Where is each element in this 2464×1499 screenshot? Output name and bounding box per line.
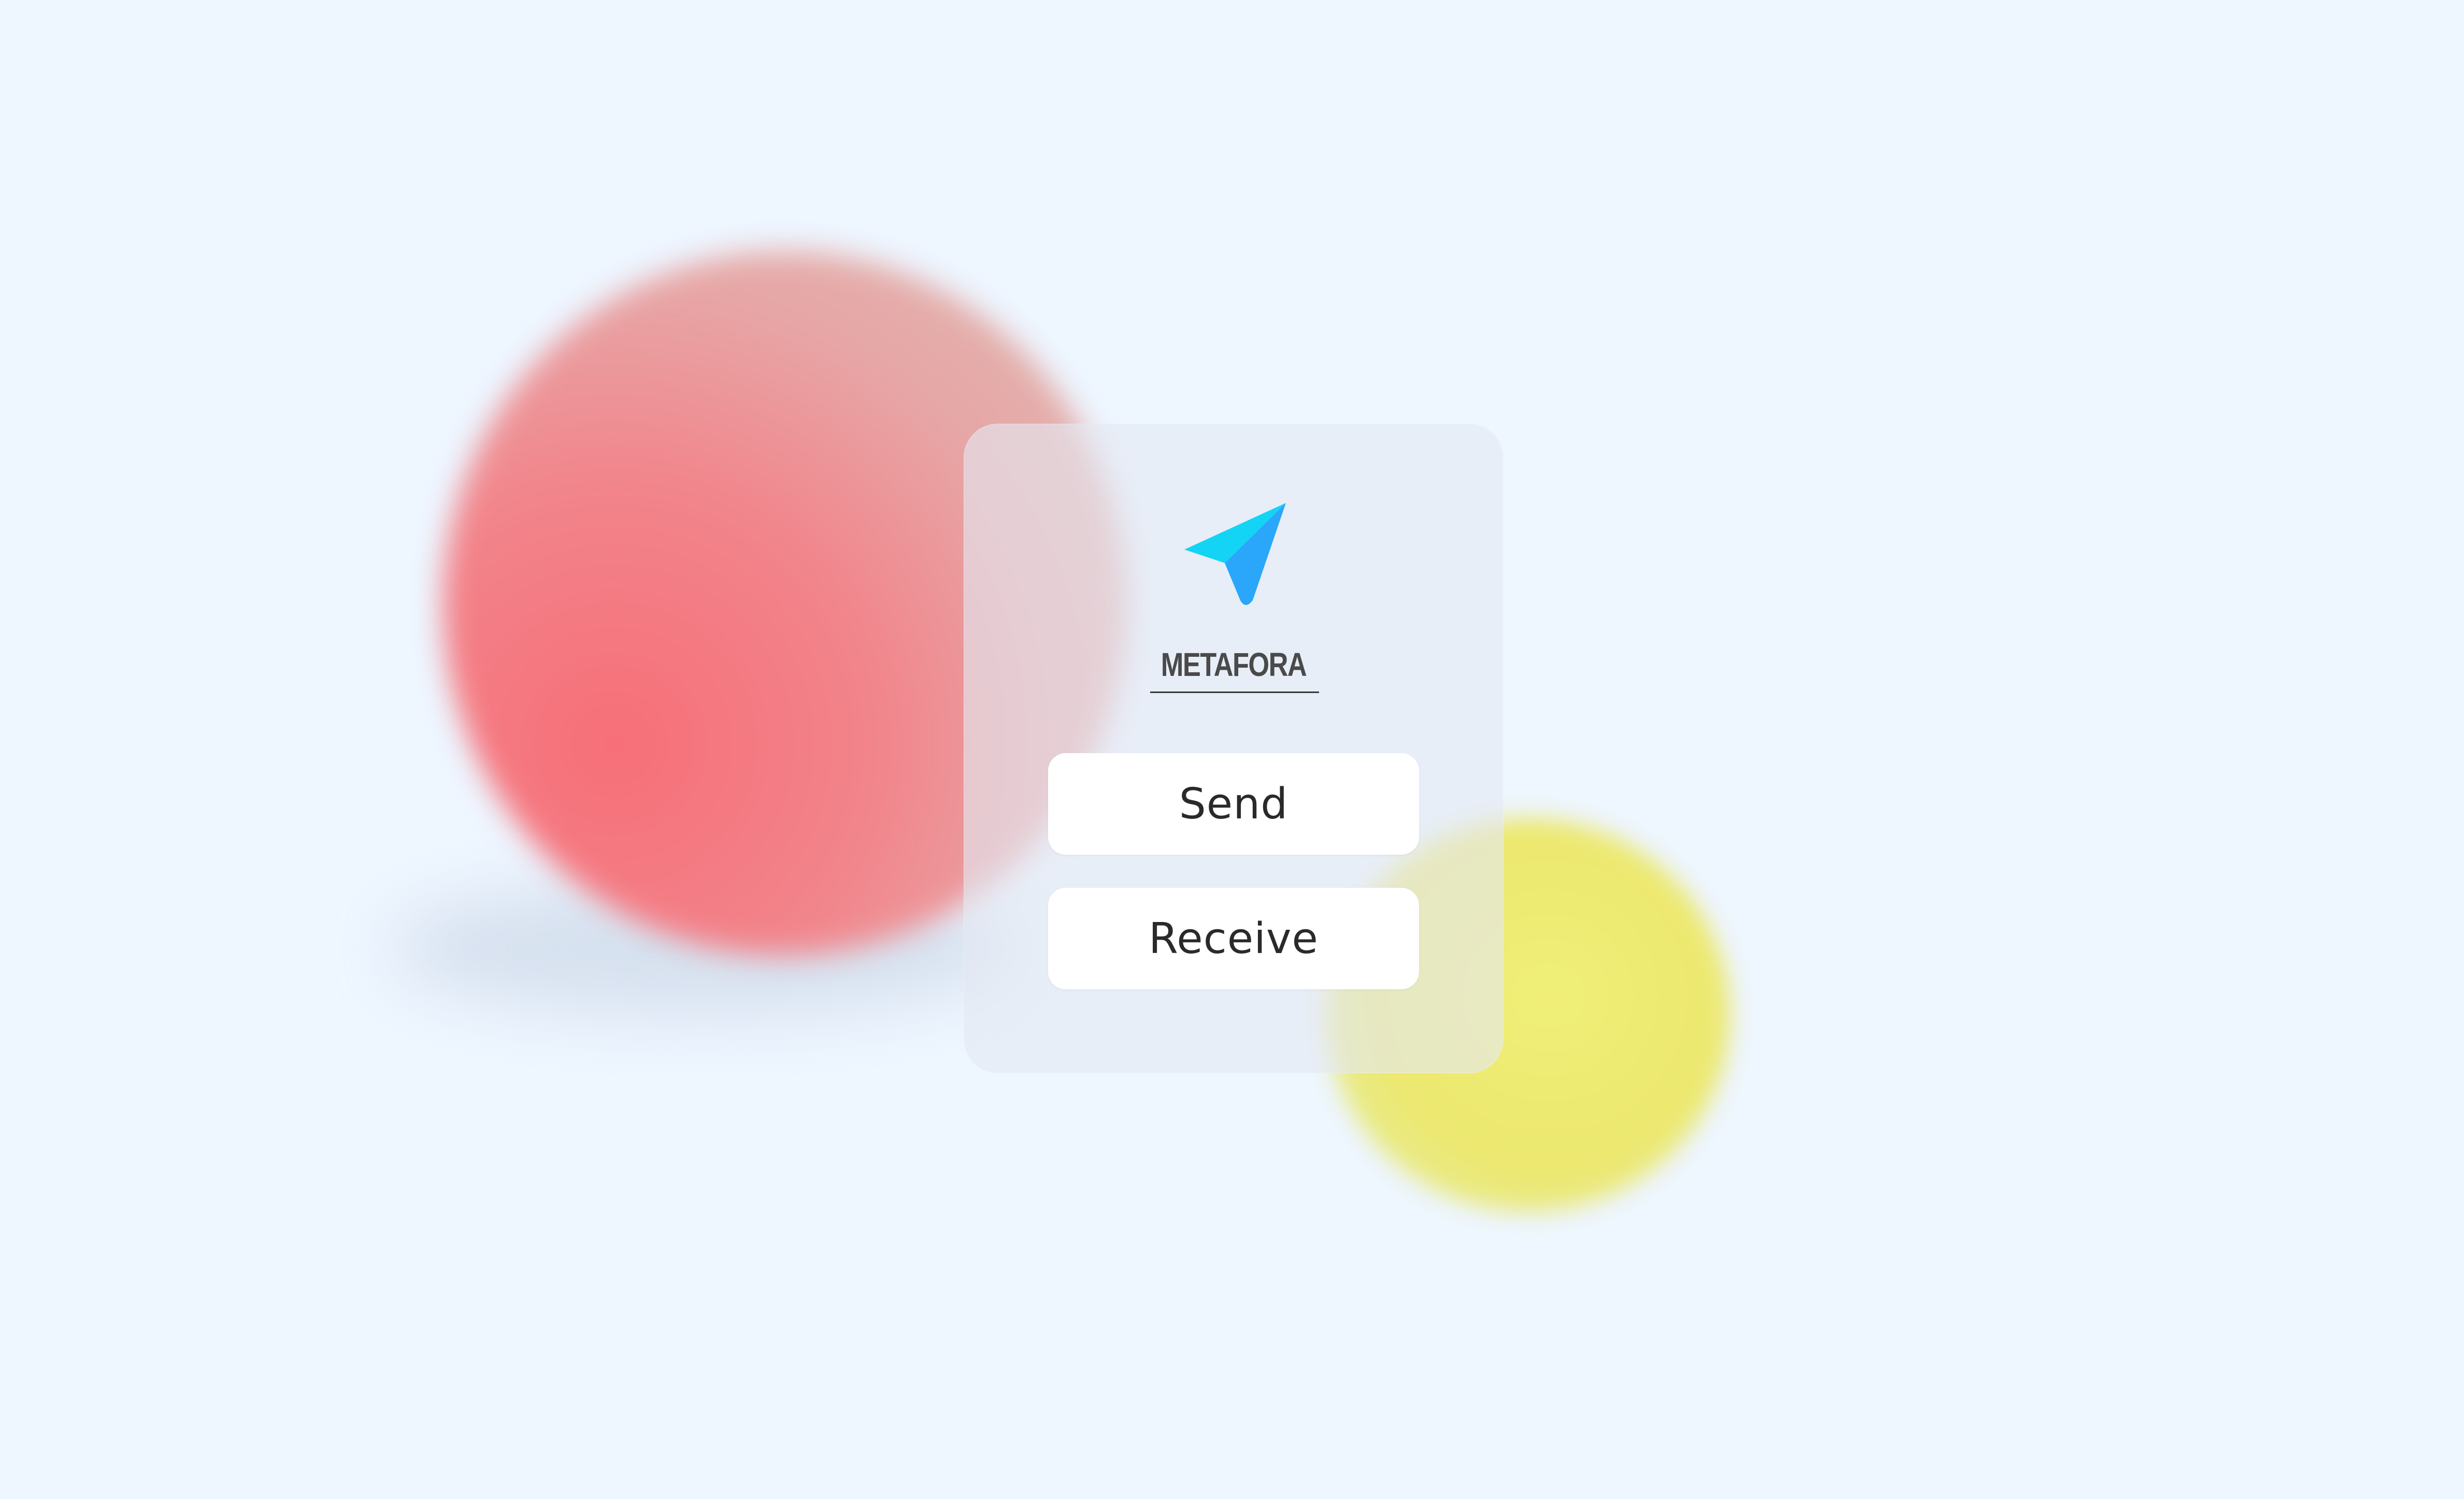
brand-underline	[1150, 691, 1319, 693]
brand: METAFORA	[964, 645, 1503, 684]
brand-name: METAFORA	[1161, 646, 1307, 683]
navigation-arrow-icon	[1184, 503, 1286, 605]
receive-button[interactable]: Receive	[1048, 888, 1419, 989]
send-button[interactable]: Send	[1048, 753, 1419, 855]
wallet-card: METAFORA Send Receive	[964, 424, 1503, 1073]
